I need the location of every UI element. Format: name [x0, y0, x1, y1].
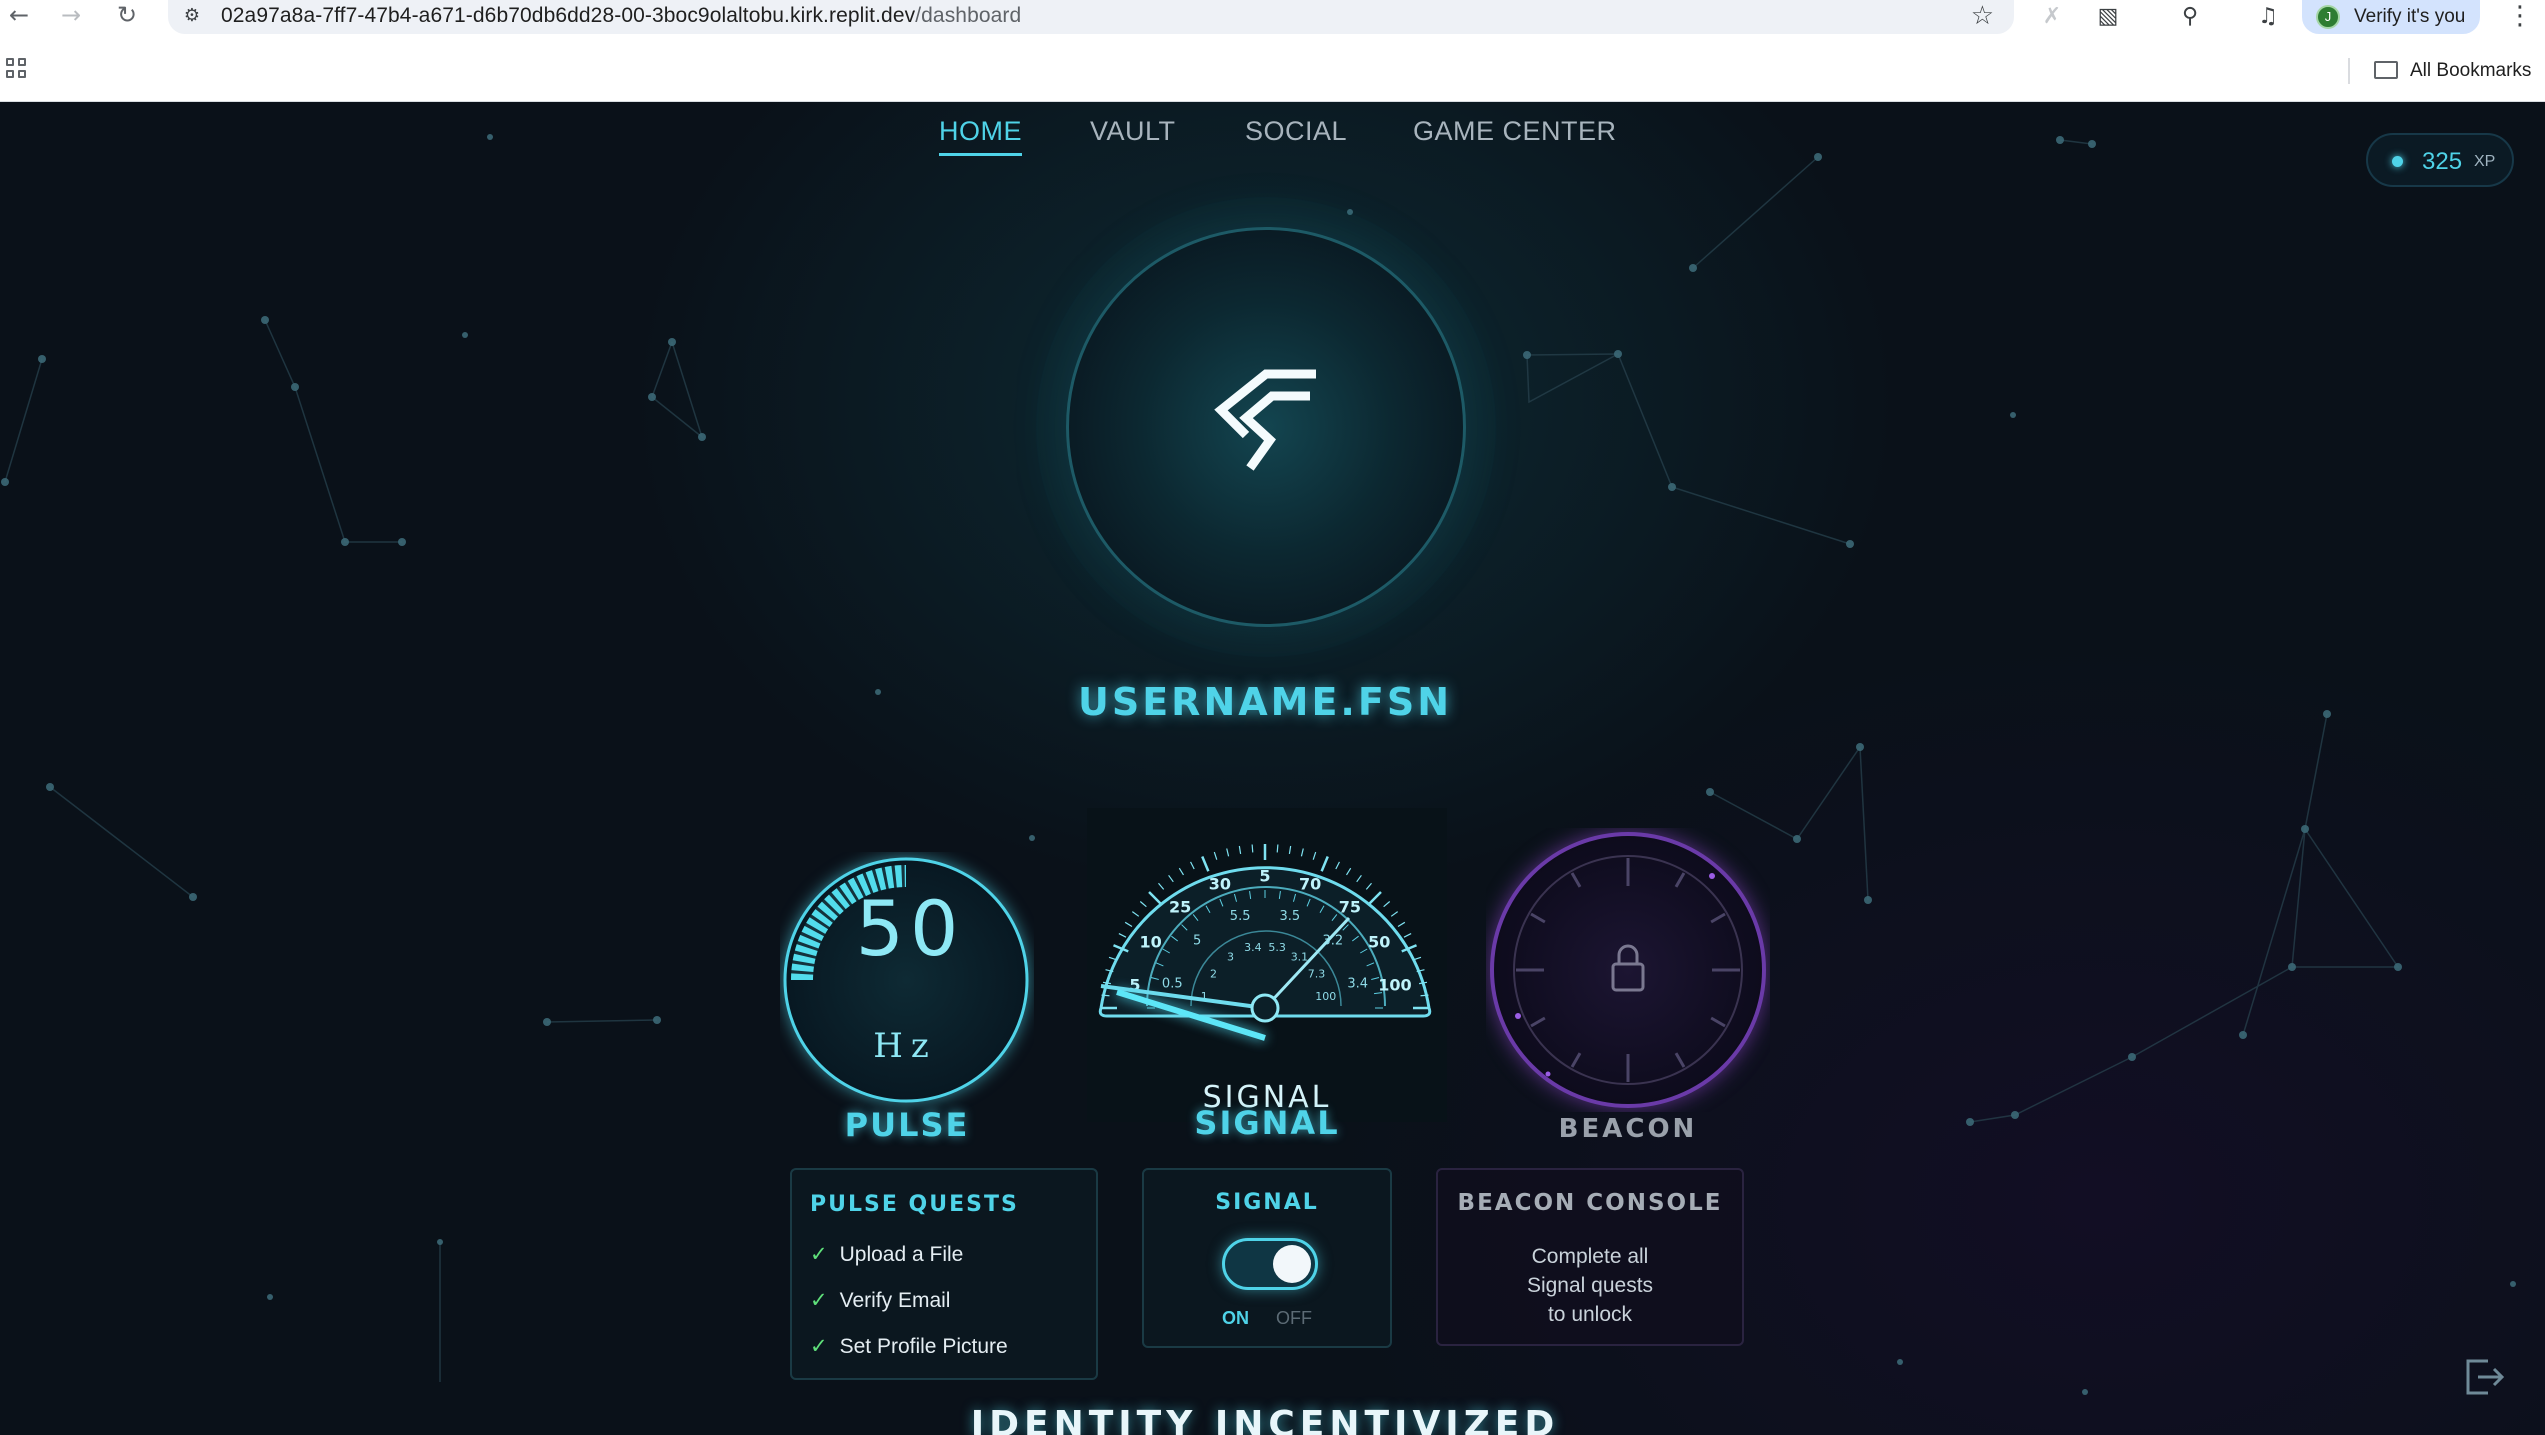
signal-tick-label: 75 — [1339, 897, 1361, 916]
signal-tick — [1101, 994, 1110, 997]
message-line: to unlock — [1547, 1303, 1633, 1326]
signal-tick-label: 5.5 — [1230, 909, 1251, 924]
beacon-console-title: BEACON CONSOLE — [1457, 1190, 1723, 1216]
profile-label: Verify it's you — [2354, 6, 2466, 27]
browser-toolbar: ← → ↻ ⚙ 02a97a8a-7ff7-47b4-a671-d6b70db6… — [0, 0, 2545, 34]
menu-icon[interactable]: ⋮ — [2500, 0, 2540, 34]
signal-tick-label: 70 — [1299, 875, 1321, 894]
message-line: Signal quests — [1526, 1274, 1654, 1297]
pulse-label: PULSE — [844, 1106, 970, 1144]
quest-item[interactable]: ✓ Upload a File — [810, 1242, 963, 1267]
toggle-knob — [1273, 1245, 1311, 1283]
xp-indicator-dot — [2392, 156, 2403, 167]
message-line: Complete all — [1531, 1245, 1649, 1268]
url-host: 02a97a8a-7ff7-47b4-a671-d6b70db6dd28-00-… — [221, 4, 916, 27]
signal-tick-label: 3.5 — [1280, 909, 1301, 924]
signal-card: SIGNAL ON OFF — [1142, 1168, 1392, 1348]
signal-tick-label: 3 — [1227, 950, 1234, 963]
signal-tick — [1420, 994, 1429, 997]
browser-chrome: ← → ↻ ⚙ 02a97a8a-7ff7-47b4-a671-d6b70db6… — [0, 0, 2545, 102]
extensions-icon[interactable]: ▧ — [2092, 2, 2124, 32]
signal-tick — [1276, 844, 1279, 853]
beacon-gauge[interactable] — [1486, 828, 1770, 1112]
signal-needle-hub — [1250, 993, 1280, 1023]
signal-tick-label: 3.1 — [1291, 950, 1309, 963]
nav-game-center[interactable]: GAME CENTER — [1413, 116, 1617, 147]
bookmarks-divider — [2348, 58, 2350, 84]
signal-tick-label: 7.3 — [1308, 967, 1326, 980]
nav-home[interactable]: HOME — [939, 116, 1022, 156]
fsn-logo-icon — [1214, 369, 1316, 471]
check-icon: ✓ — [810, 1288, 828, 1312]
nav-vault[interactable]: VAULT — [1090, 116, 1176, 147]
signal-tick-label: 3.4 — [1347, 977, 1368, 992]
toggle-on-label[interactable]: ON — [1222, 1308, 1249, 1329]
signal-tick-label: 50 — [1368, 933, 1390, 952]
star-icon[interactable]: ☆ — [1971, 1, 1994, 31]
check-icon: ✓ — [810, 1242, 828, 1266]
all-bookmarks-button[interactable]: All Bookmarks — [2374, 57, 2531, 85]
beacon-console-card: BEACON CONSOLE Complete all Signal quest… — [1436, 1168, 1744, 1346]
bookmarks-label: All Bookmarks — [2410, 60, 2532, 81]
quest-item[interactable]: ✓ Verify Email — [810, 1288, 950, 1313]
signal-speedometer[interactable]: 5102530 5 7075501000.555.5 3.53.23.41233.4 5… — [1087, 808, 1447, 1122]
signal-tick-label: 5 — [1259, 867, 1270, 886]
reload-icon[interactable]: ↻ — [110, 0, 144, 32]
url-text[interactable]: 02a97a8a-7ff7-47b4-a671-d6b70db6dd28-00-… — [221, 4, 1021, 28]
signal-tick-label: 100 — [1378, 976, 1411, 995]
signal-label: SIGNAL — [1194, 1104, 1340, 1142]
url-path: /dashboard — [915, 4, 1022, 27]
signal-tick-label: 5 — [1193, 934, 1201, 949]
signal-tick-label: 25 — [1169, 897, 1191, 916]
check-icon: ✓ — [810, 1334, 828, 1358]
avatar: J — [2316, 5, 2340, 29]
signal-tick-label: 30 — [1209, 875, 1231, 894]
site-info-icon[interactable]: ⚙ — [180, 4, 204, 28]
search-page-icon[interactable]: ⚲ — [2174, 2, 2206, 32]
signal-tick-label: 3.4 — [1244, 941, 1262, 954]
quest-label: Set Profile Picture — [839, 1335, 1008, 1358]
pulse-quests-title: PULSE QUESTS — [810, 1192, 1019, 1217]
profile-button[interactable]: J Verify it's you — [2302, 0, 2480, 34]
extension-icon-faded[interactable]: ✗ — [2036, 2, 2068, 32]
quest-label: Verify Email — [839, 1289, 951, 1312]
quest-label: Upload a File — [839, 1243, 964, 1266]
main-nav: HOME VAULT SOCIAL GAME CENTER — [0, 116, 2545, 166]
apps-icon[interactable] — [6, 58, 28, 80]
forward-icon[interactable]: → — [54, 0, 88, 32]
footer-title: IDENTITY INCENTIVIZED — [970, 1404, 1560, 1435]
xp-unit: XP — [2474, 153, 2496, 170]
signal-tick-label: 100 — [1315, 990, 1336, 1003]
signal-tick — [1251, 844, 1254, 853]
toggle-off-label[interactable]: OFF — [1276, 1308, 1312, 1329]
media-control-icon[interactable]: ♫ — [2252, 2, 2284, 32]
pulse-quests-card: PULSE QUESTS ✓ Upload a File ✓ Verify Emai… — [790, 1168, 1098, 1380]
dashboard-app: HOME VAULT SOCIAL GAME CENTER 325 XP USE… — [0, 102, 2545, 1435]
beacon-spark — [1545, 1071, 1551, 1077]
pulse-unit: Hz — [873, 1026, 937, 1066]
address-bar[interactable]: ⚙ 02a97a8a-7ff7-47b4-a671-d6b70db6dd28-0… — [168, 0, 2014, 34]
folder-icon — [2374, 61, 2398, 79]
beacon-spark — [1709, 873, 1715, 879]
xp-value: 325 — [2422, 148, 2463, 175]
xp-badge[interactable]: 325 XP — [2366, 133, 2514, 187]
signal-tick-label: 5.3 — [1268, 941, 1286, 954]
logout-icon[interactable] — [2462, 1355, 2506, 1399]
signal-tick-label: 0.5 — [1162, 977, 1183, 992]
beacon-spark — [1515, 1013, 1521, 1019]
back-icon[interactable]: ← — [2, 0, 36, 32]
nav-social[interactable]: SOCIAL — [1245, 116, 1347, 147]
beacon-console-message: Complete all Signal quests to unlock — [1438, 1242, 1742, 1329]
signal-tick-label: 2 — [1210, 967, 1217, 980]
quest-item[interactable]: ✓ Set Profile Picture — [810, 1334, 1008, 1359]
signal-tick-label: 10 — [1140, 933, 1162, 952]
signal-card-title: SIGNAL — [1215, 1190, 1319, 1215]
beacon-label: BEACON — [1558, 1114, 1698, 1144]
pulse-value: 50 — [855, 884, 965, 973]
username-title: USERNAME.FSN — [1078, 680, 1452, 724]
signal-toggle[interactable] — [1222, 1238, 1318, 1290]
